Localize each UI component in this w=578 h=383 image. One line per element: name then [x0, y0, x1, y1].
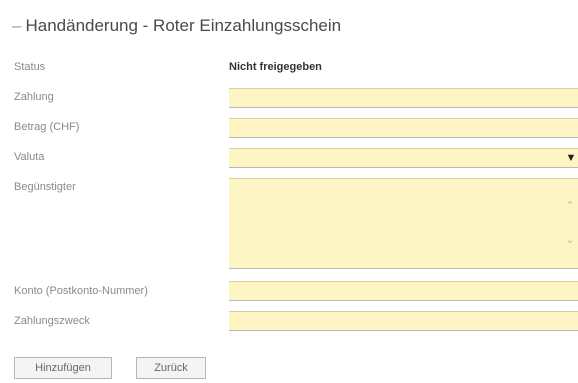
zurueck-button[interactable]: Zurück	[136, 357, 206, 379]
konto-field[interactable]	[229, 281, 578, 301]
hinzufuegen-button[interactable]: Hinzufügen	[14, 357, 112, 379]
betrag-field[interactable]	[229, 118, 578, 138]
valuta-select[interactable]: ▼	[229, 148, 578, 168]
page-title-text: Handänderung - Roter Einzahlungsschein	[25, 16, 342, 35]
zahlungszweck-label: Zahlungszweck	[14, 315, 90, 327]
status-value: Nicht freigegeben	[229, 61, 322, 73]
zahlung-field[interactable]	[229, 88, 578, 108]
konto-label: Konto (Postkonto-Nummer)	[14, 285, 148, 297]
page-title: – Handänderung - Roter Einzahlungsschein	[12, 16, 341, 36]
zahlungszweck-field[interactable]	[229, 311, 578, 331]
betrag-label: Betrag (CHF)	[14, 121, 80, 133]
valuta-label: Valuta	[14, 151, 45, 163]
scroll-down-icon[interactable]: ⌄	[564, 233, 576, 246]
scroll-up-icon[interactable]: ⌃	[564, 199, 576, 212]
beguenstigter-textarea[interactable]: ⌃ ⌄	[229, 178, 578, 269]
chevron-down-icon[interactable]: ▼	[564, 149, 578, 167]
status-label: Status	[14, 61, 46, 73]
zahlung-label: Zahlung	[14, 91, 54, 103]
beguenstigter-label: Begünstigter	[14, 181, 76, 193]
collapse-icon[interactable]: –	[12, 16, 21, 35]
